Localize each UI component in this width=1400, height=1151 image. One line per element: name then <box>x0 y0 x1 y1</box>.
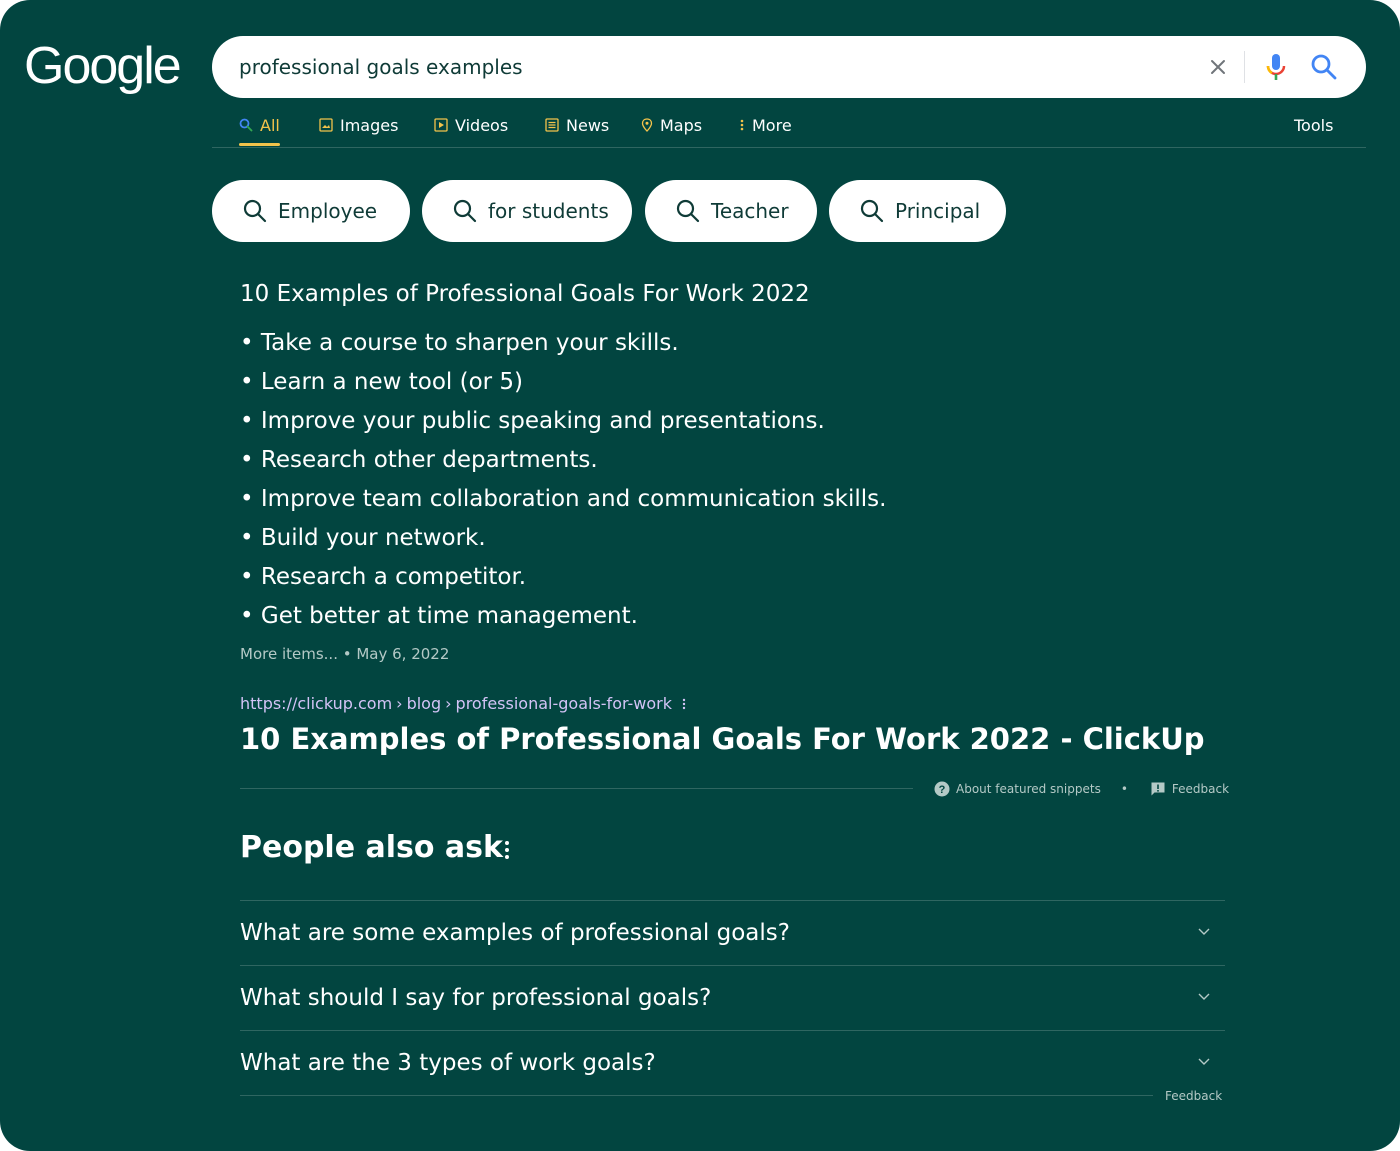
featured-snippet-list: • Take a course to sharpen your skills. … <box>240 324 886 636</box>
tools-label: Tools <box>1294 115 1334 135</box>
tab-all[interactable]: All <box>239 105 280 146</box>
tab-label: Maps <box>660 115 703 135</box>
chevron-down-icon <box>1198 1058 1210 1065</box>
about-featured-snippets-link[interactable]: ? About featured snippets <box>934 781 1101 797</box>
featured-snippet-heading: 10 Examples of Professional Goals For Wo… <box>240 281 810 307</box>
search-results-page: Google professional goals examples All I… <box>0 0 1400 1151</box>
list-item: • Get better at time management. <box>240 603 638 629</box>
search-icon <box>239 118 253 132</box>
search-bar[interactable]: professional goals examples <box>212 36 1366 98</box>
result-title-link[interactable]: 10 Examples of Professional Goals For Wo… <box>240 718 1205 760</box>
breadcrumb-separator: › <box>396 694 403 713</box>
people-also-ask-list: What are some examples of professional g… <box>240 900 1225 1095</box>
chip-label: for students <box>488 199 609 223</box>
paa-feedback-link[interactable]: Feedback <box>1165 1086 1222 1106</box>
paa-question-text: What are some examples of professional g… <box>240 920 790 946</box>
search-tabs: All Images Videos News Maps More Tools <box>212 105 1366 148</box>
tab-news[interactable]: News <box>545 105 609 145</box>
divider <box>240 1095 1153 1096</box>
tools-button[interactable]: Tools <box>1294 105 1333 145</box>
breadcrumb-path[interactable]: professional-goals-for-work <box>456 692 673 716</box>
breadcrumb-path[interactable]: blog <box>407 692 442 716</box>
search-input[interactable]: professional goals examples <box>239 36 523 98</box>
tab-maps[interactable]: Maps <box>641 105 702 145</box>
chevron-down-icon <box>1198 993 1210 1000</box>
video-icon <box>434 118 448 132</box>
feedback-icon <box>1151 782 1165 796</box>
paa-question-text: What are the 3 types of work goals? <box>240 1050 656 1076</box>
chip-label: Teacher <box>711 199 789 223</box>
svg-text:?: ? <box>939 784 946 796</box>
people-also-ask-heading: People also ask <box>240 830 503 865</box>
list-item: • Improve team collaboration and communi… <box>240 486 887 512</box>
paa-question[interactable]: What are the 3 types of work goals? <box>240 1030 1225 1095</box>
google-logo[interactable]: Google <box>24 36 182 96</box>
more-items-date[interactable]: More items... • May 6, 2022 <box>240 642 449 666</box>
list-item: • Research a competitor. <box>240 564 527 590</box>
tab-videos[interactable]: Videos <box>434 105 508 145</box>
feedback-label: Feedback <box>1171 782 1230 796</box>
image-icon <box>319 118 333 132</box>
breadcrumb[interactable]: https://clickup.com › blog › professiona… <box>240 692 686 716</box>
paa-question[interactable]: What should I say for professional goals… <box>240 965 1225 1030</box>
paa-question-text: What should I say for professional goals… <box>240 985 712 1011</box>
microphone-icon[interactable] <box>1260 51 1292 83</box>
chip-label: Principal <box>895 199 981 223</box>
news-icon <box>545 118 559 132</box>
search-icon <box>676 199 700 223</box>
tab-images[interactable]: Images <box>319 105 398 145</box>
breadcrumb-site[interactable]: https://clickup.com <box>240 692 392 716</box>
list-item: • Improve your public speaking and prese… <box>240 408 825 434</box>
paa-question[interactable]: What are some examples of professional g… <box>240 900 1225 965</box>
tab-label: More <box>752 115 792 135</box>
chip-employee[interactable]: Employee <box>212 180 410 242</box>
chip-teacher[interactable]: Teacher <box>645 180 817 242</box>
tab-more[interactable]: More <box>739 105 792 145</box>
clear-icon[interactable] <box>1202 51 1234 83</box>
tab-label: Images <box>340 115 399 135</box>
search-icon <box>243 199 267 223</box>
tab-label: News <box>566 115 610 135</box>
list-item: • Research other departments. <box>240 447 598 473</box>
more-vertical-icon[interactable] <box>682 697 686 711</box>
chip-for-students[interactable]: for students <box>422 180 632 242</box>
search-icon[interactable] <box>1308 51 1340 83</box>
search-icon <box>453 199 477 223</box>
searchbar-divider <box>1244 51 1245 83</box>
list-item: • Learn a new tool (or 5) <box>240 369 524 395</box>
breadcrumb-separator: › <box>445 694 452 713</box>
tab-label: All <box>260 115 280 135</box>
more-vertical-icon <box>740 119 744 131</box>
separator-dot: • <box>1120 782 1128 796</box>
list-item: • Build your network. <box>240 525 486 551</box>
map-pin-icon <box>641 118 653 132</box>
list-item: • Take a course to sharpen your skills. <box>240 330 679 356</box>
tab-label: Videos <box>455 115 509 135</box>
feedback-link[interactable]: Feedback <box>1150 781 1229 797</box>
help-icon: ? <box>934 781 950 797</box>
chip-principal[interactable]: Principal <box>829 180 1006 242</box>
chip-label: Employee <box>278 199 378 223</box>
snippet-footer: ? About featured snippets • Feedback <box>934 778 1229 800</box>
about-label: About featured snippets <box>956 782 1101 796</box>
chevron-down-icon <box>1198 928 1210 935</box>
more-vertical-icon[interactable] <box>497 838 517 862</box>
search-icon <box>860 199 884 223</box>
divider <box>240 788 913 789</box>
